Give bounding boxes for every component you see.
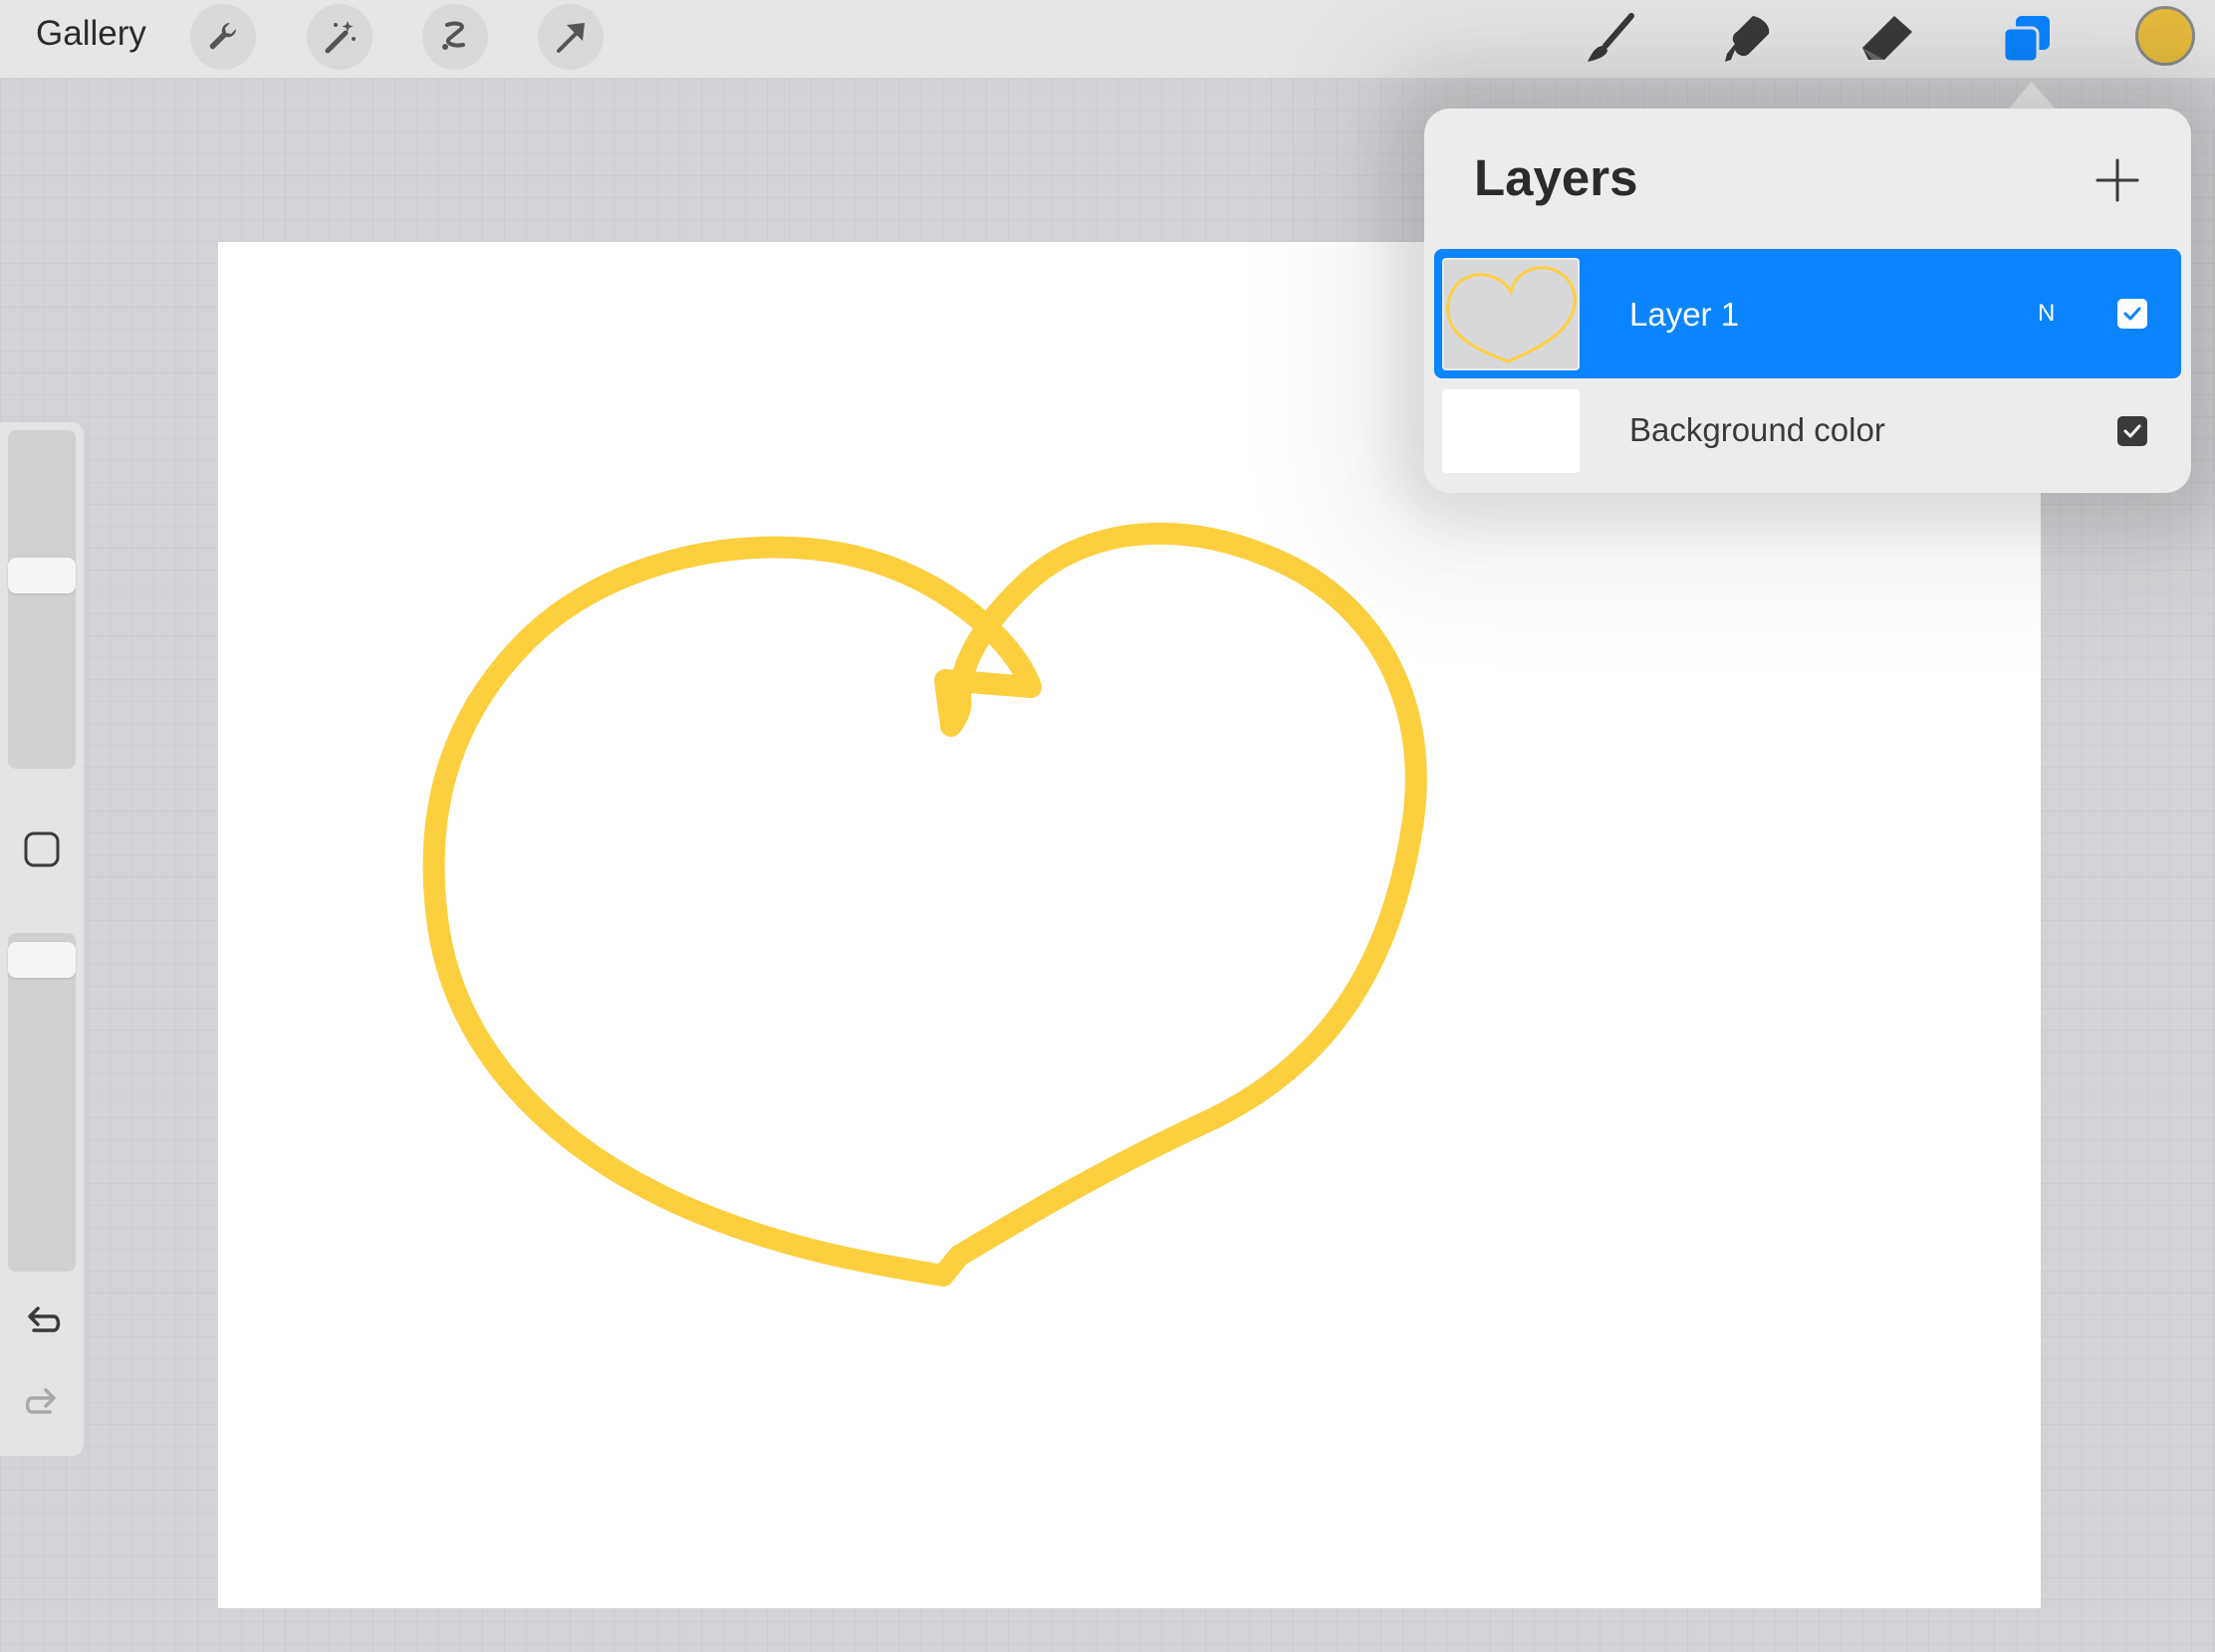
eraser-button[interactable]	[1856, 8, 1918, 70]
actions-button[interactable]	[190, 4, 256, 70]
background-color-swatch	[1442, 389, 1580, 473]
layers-panel: Layers Layer 1 N Background color	[1424, 109, 2191, 493]
add-layer-button[interactable]	[2093, 156, 2141, 204]
layer-row-layer-1[interactable]: Layer 1 N	[1434, 249, 2181, 378]
blend-mode-button[interactable]: N	[2038, 300, 2055, 328]
layer-visibility-checkbox[interactable]	[2117, 299, 2147, 329]
redo-icon	[25, 1388, 56, 1414]
smudge-button[interactable]	[1717, 8, 1779, 70]
selection-button[interactable]	[422, 4, 488, 70]
undo-icon	[28, 1306, 61, 1332]
wrench-icon	[209, 22, 237, 50]
transform-button[interactable]	[538, 4, 604, 70]
layer-name: Background color	[1629, 411, 1885, 448]
magic-wand-icon	[325, 21, 356, 54]
checkmark-icon	[2123, 424, 2141, 438]
left-sidebar	[0, 422, 84, 1456]
eraser-icon	[1862, 16, 1912, 60]
transform-arrow-icon	[557, 23, 585, 53]
modify-button[interactable]	[22, 829, 62, 869]
layer-thumbnail-heart	[1446, 266, 1577, 363]
brush-size-knob[interactable]	[8, 558, 76, 593]
adjustments-button[interactable]	[307, 4, 372, 70]
layer-row-background-color[interactable]: Background color	[1434, 379, 2181, 483]
redo-button[interactable]	[18, 1380, 66, 1428]
layers-icon	[2002, 16, 2050, 64]
gallery-button[interactable]: Gallery	[36, 14, 146, 54]
brush-size-slider[interactable]	[8, 430, 76, 769]
layers-button[interactable]	[1996, 8, 2058, 70]
layers-panel-title: Layers	[1474, 149, 1638, 206]
layer-thumbnail	[1442, 258, 1580, 370]
plus-icon	[2095, 158, 2139, 202]
layer-name: Layer 1	[1629, 296, 1740, 333]
brush-button[interactable]	[1580, 8, 1641, 70]
layers-panel-arrow	[2008, 82, 2056, 110]
color-picker-button[interactable]	[2135, 6, 2195, 66]
smudge-icon	[1725, 16, 1770, 62]
opacity-slider[interactable]	[8, 933, 76, 1272]
checkmark-icon	[2123, 307, 2141, 321]
selection-icon	[442, 21, 465, 50]
modify-square-icon	[24, 831, 60, 867]
top-toolbar: Gallery	[0, 0, 2215, 78]
brush-icon	[1588, 13, 1634, 62]
opacity-knob[interactable]	[8, 942, 76, 978]
undo-button[interactable]	[18, 1298, 66, 1346]
background-visibility-checkbox[interactable]	[2117, 416, 2147, 446]
